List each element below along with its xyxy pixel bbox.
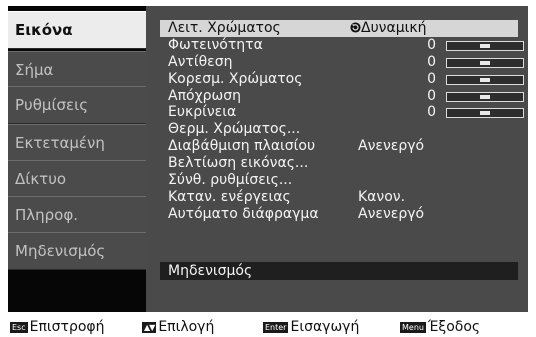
tab-network[interactable]: Δίκτυο	[8, 160, 146, 198]
hint-back-label: Επιστροφή	[29, 319, 105, 335]
color-mode-row[interactable]: Λειτ. Χρώματος Δυναμική	[160, 20, 518, 37]
up-down-key-icon: ▲▼	[142, 322, 157, 333]
enter-key-icon: Enter	[263, 322, 289, 333]
advanced-settings-label: Σύνθ. ρυθμίσεις...	[168, 172, 293, 189]
sharpness-slider[interactable]	[446, 108, 524, 119]
color-mode-value: Δυναμική	[350, 20, 427, 37]
image-enhancement-row[interactable]: Βελτίωση εικόνας...	[160, 155, 518, 172]
power-consumption-row[interactable]: Καταν. ενέργειας Κανον.	[160, 189, 518, 206]
frame-interpolation-row[interactable]: Διαβάθμιση πλαισίου Ανενεργό	[160, 138, 518, 155]
color-mode-value-text: Δυναμική	[361, 20, 427, 36]
brightness-label: Φωτεινότητα	[168, 36, 263, 53]
tint-slider-thumb[interactable]	[480, 94, 490, 99]
menu-sidebar: Εικόνα Σήμα Ρυθμίσεις Εκτεταμένη Δίκτυο …	[8, 6, 146, 312]
esc-key-icon: Esc	[10, 322, 28, 333]
tab-info[interactable]: Πληροφ.	[8, 196, 146, 234]
power-consumption-value: Κανον.	[358, 188, 406, 205]
refresh-icon	[350, 22, 361, 33]
tint-row[interactable]: Απόχρωση 0	[160, 87, 524, 105]
tab-image[interactable]: Εικόνα	[8, 11, 146, 49]
hint-exit-label: Έξοδος	[427, 319, 481, 335]
sharpness-value: 0	[427, 104, 436, 121]
advanced-settings-row[interactable]: Σύνθ. ρυθμίσεις...	[160, 172, 518, 189]
auto-iris-row[interactable]: Αυτόματο διάφραγμα Ανενεργό	[160, 206, 518, 223]
settings-list: Λειτ. Χρώματος Δυναμική Φωτεινότητα 0 Αν…	[160, 20, 524, 223]
hint-select: ▲▼ Επιλογή	[142, 318, 214, 336]
hint-enter-label: Εισαγωγή	[290, 319, 360, 335]
color-temperature-label: Θερμ. Χρώματος...	[168, 121, 301, 138]
hint-select-label: Επιλογή	[158, 319, 215, 335]
saturation-row[interactable]: Κορεσμ. Χρώματος 0	[160, 70, 524, 88]
color-temperature-row[interactable]: Θερμ. Χρώματος...	[160, 121, 518, 138]
auto-iris-value: Ανενεργό	[358, 205, 425, 222]
hint-enter: Enter Εισαγωγή	[263, 318, 359, 336]
color-mode-label: Λειτ. Χρώματος	[168, 20, 281, 36]
frame-interpolation-value: Ανενεργό	[358, 138, 425, 155]
reset-button[interactable]: Μηδενισμός	[160, 262, 518, 280]
menu-key-icon: Menu	[400, 322, 426, 333]
saturation-slider[interactable]	[446, 74, 524, 85]
brightness-slider[interactable]	[446, 40, 524, 51]
projector-menu-screen: Εικόνα Σήμα Ρυθμίσεις Εκτεταμένη Δίκτυο …	[8, 6, 528, 312]
sharpness-label: Ευκρίνεια	[168, 104, 237, 121]
tab-signal[interactable]: Σήμα	[8, 51, 146, 89]
tint-label: Απόχρωση	[168, 87, 242, 104]
tint-value: 0	[427, 87, 436, 104]
hint-back: Esc Επιστροφή	[10, 318, 105, 336]
tab-reset[interactable]: Μηδενισμός	[8, 232, 146, 270]
tab-extended[interactable]: Εκτεταμένη	[8, 124, 146, 162]
brightness-row[interactable]: Φωτεινότητα 0	[160, 36, 524, 54]
contrast-slider[interactable]	[446, 57, 524, 68]
brightness-value: 0	[427, 36, 436, 53]
sharpness-slider-thumb[interactable]	[480, 111, 490, 116]
sharpness-row[interactable]: Ευκρίνεια 0	[160, 104, 524, 121]
settings-panel: Λειτ. Χρώματος Δυναμική Φωτεινότητα 0 Αν…	[146, 6, 528, 312]
tint-slider[interactable]	[446, 91, 524, 102]
frame-interpolation-label: Διαβάθμιση πλαισίου	[168, 138, 316, 155]
saturation-label: Κορεσμ. Χρώματος	[168, 70, 303, 87]
power-consumption-label: Καταν. ενέργειας	[168, 188, 291, 205]
image-enhancement-label: Βελτίωση εικόνας...	[168, 155, 309, 172]
hint-exit: Menu Έξοδος	[400, 318, 480, 336]
tab-settings[interactable]: Ρυθμίσεις	[8, 86, 146, 124]
contrast-label: Αντίθεση	[168, 53, 233, 70]
saturation-slider-thumb[interactable]	[480, 77, 490, 82]
key-hints-bar: Esc Επιστροφή ▲▼ Επιλογή Enter Εισαγωγή Men…	[8, 318, 528, 336]
contrast-value: 0	[427, 53, 436, 70]
contrast-slider-thumb[interactable]	[480, 60, 490, 65]
contrast-row[interactable]: Αντίθεση 0	[160, 53, 524, 71]
auto-iris-label: Αυτόματο διάφραγμα	[168, 205, 319, 222]
saturation-value: 0	[427, 70, 436, 87]
brightness-slider-thumb[interactable]	[480, 43, 490, 48]
